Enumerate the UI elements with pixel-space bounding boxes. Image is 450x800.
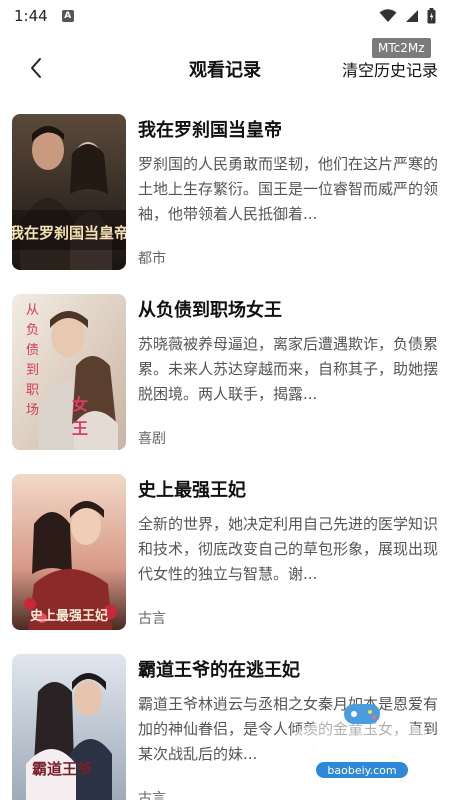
item-title: 霸道王爷的在逃王妃 [138,660,300,681]
logo-name: 宝贝游戏网 [302,734,422,762]
top-bar: 观看记录 清空历史记录 [0,44,450,92]
gamepad-icon [344,704,380,724]
svg-text:从: 从 [26,303,39,318]
site-logo-watermark: 宝贝游戏网 baobeiy.com [276,700,446,790]
item-title: 史上最强王妃 [138,480,246,501]
status-bar: 1:44 A [0,0,450,32]
signal-icon [406,10,418,22]
item-description: 苏晓薇被养母逼迫，离家后遭遇欺诈，负债累累。未来人苏达穿越而来，自称其子，助她摆… [138,335,438,403]
list-item[interactable]: 从 负 债 到 职 场 女 王 从负债到职场女王 苏晓薇被养母逼迫，离家后遭遇欺… [0,292,450,472]
clear-history-button[interactable]: 清空历史记录 [342,57,438,81]
item-description: 全新的世界，她决定利用自己先进的医学知识和技术，彻底改变自己的草包形象，展现出现… [138,515,438,583]
item-genre: 喜剧 [138,431,166,447]
item-genre: 都市 [138,251,166,267]
svg-text:到: 到 [26,363,39,378]
poster-image: 霸道王爷 [12,654,126,800]
back-button[interactable] [22,54,50,82]
status-icons [379,8,436,24]
list-item[interactable]: 史上最强王妃 史上最强王妃 全新的世界，她决定利用自己先进的医学知识和技术，彻底… [0,472,450,652]
wifi-icon [379,9,397,22]
list-item[interactable]: 我在罗刹国当皇帝 我在罗刹国当皇帝 罗刹国的人民勇敢而坚韧，他们在这片严寒的土地… [0,112,450,292]
logo-url: baobeiy.com [327,764,396,777]
poster-text: 我在罗刹国当皇帝 [12,224,126,242]
chevron-left-icon [31,58,41,78]
svg-text:女: 女 [72,395,88,414]
battery-icon [427,8,436,24]
notification-icon: A [61,10,74,22]
history-list: 我在罗刹国当皇帝 我在罗刹国当皇帝 罗刹国的人民勇敢而坚韧，他们在这片严寒的土地… [0,112,450,800]
svg-text:负: 负 [26,323,39,338]
poster-image: 我在罗刹国当皇帝 [12,114,126,270]
poster-image: 从 负 债 到 职 场 女 王 [12,294,126,450]
poster-text: 霸道王爷 [32,760,93,778]
poster-image: 史上最强王妃 [12,474,126,630]
svg-text:职: 职 [26,383,39,398]
item-genre: 古言 [138,791,166,800]
item-genre: 古言 [138,611,166,627]
item-title: 我在罗刹国当皇帝 [138,120,282,141]
svg-text:场: 场 [26,403,39,418]
item-description: 罗刹国的人民勇敢而坚韧，他们在这片严寒的土地上生存繁衍。国王是一位睿智而威严的领… [138,155,438,223]
item-title: 从负债到职场女王 [138,300,282,321]
svg-text:债: 债 [26,343,39,358]
poster-text: 史上最强王妃 [30,608,108,624]
svg-text:王: 王 [72,419,88,438]
status-time: 1:44 [14,7,48,25]
